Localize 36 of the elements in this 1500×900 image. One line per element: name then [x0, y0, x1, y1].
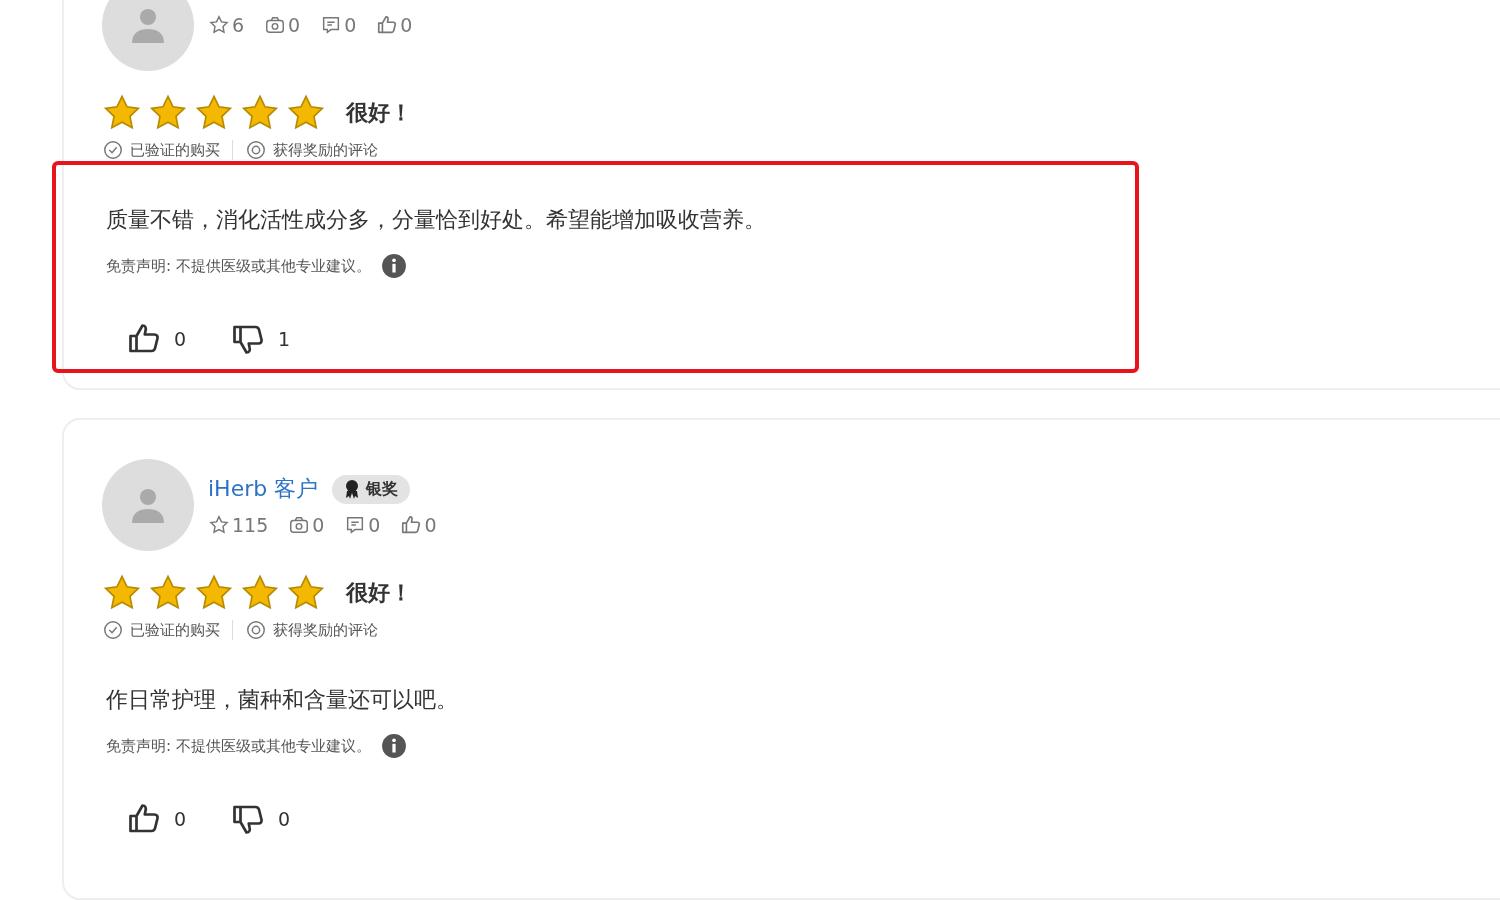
star-icon: [208, 514, 230, 536]
target-icon: [245, 139, 267, 161]
stat-count: 6: [232, 14, 245, 36]
check-circle-icon: [102, 619, 124, 641]
unhelpful-button[interactable]: 0: [230, 801, 291, 837]
disclaimer: 免责声明: 不提供医级或其他专业建议。: [106, 736, 371, 756]
review-tag: 获得奖励的评论: [273, 620, 378, 640]
review-tag: 获得奖励的评论: [273, 140, 378, 160]
reviewer-name[interactable]: iHerb 客户: [208, 474, 319, 504]
review-text: 质量不错，消化活性成分多，分量恰到好处。希望能增加吸收营养。: [106, 206, 767, 234]
thumbs-up-icon: [400, 514, 423, 536]
star-icon: [208, 14, 230, 36]
review-title: 很好！: [346, 99, 412, 127]
stat-count: 0: [288, 14, 301, 36]
disclaimer: 免责声明: 不提供医级或其他专业建议。: [106, 256, 371, 276]
stat-count: 0: [368, 514, 381, 536]
check-circle-icon: [102, 139, 124, 161]
review-title: 很好！: [346, 579, 412, 607]
review-tag: 已验证的购买: [130, 140, 220, 160]
target-icon: [245, 619, 267, 641]
review-text: 作日常护理，菌种和含量还可以吧。: [106, 686, 459, 714]
camera-icon: [288, 514, 311, 536]
camera-icon: [264, 14, 287, 36]
stat-count: 0: [344, 14, 357, 36]
helpful-button[interactable]: 0: [126, 801, 187, 837]
info-icon[interactable]: [380, 253, 407, 279]
award-badge: 银奖: [332, 474, 411, 504]
stat-count: 0: [400, 14, 413, 36]
stat-count: 115: [232, 514, 269, 536]
unhelpful-button[interactable]: 1: [230, 321, 291, 357]
info-icon[interactable]: [380, 733, 407, 759]
stat-count: 0: [424, 514, 437, 536]
stat-count: 0: [312, 514, 325, 536]
helpful-button[interactable]: 0: [126, 321, 187, 357]
thumbs-up-icon: [376, 14, 399, 36]
review-tag: 已验证的购买: [130, 620, 220, 640]
